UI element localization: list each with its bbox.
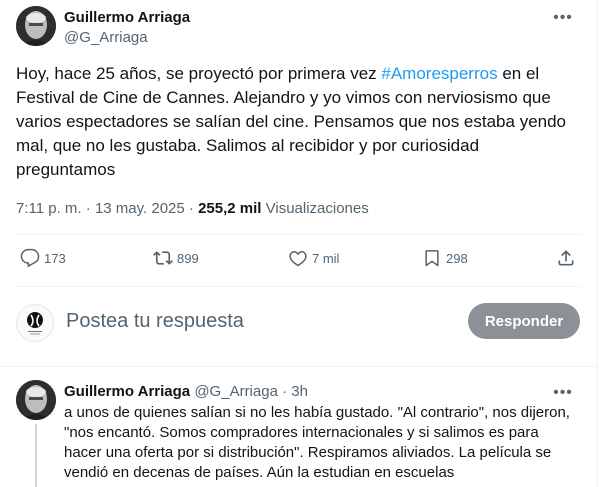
views-label: Visualizaciones bbox=[265, 200, 369, 217]
bookmark-button[interactable]: 298 bbox=[422, 248, 468, 268]
tweet-frame: Guillermo Arriaga @G_Arriaga ••• Hoy, ha… bbox=[0, 0, 598, 487]
tweet-meta: 7:11 p. m. · 13 may. 2025 · 255,2 mil Vi… bbox=[16, 200, 369, 217]
author-name[interactable]: Guillermo Arriaga bbox=[64, 9, 190, 26]
action-bar: 173 899 7 mil 298 bbox=[16, 236, 582, 284]
meta-separator: · bbox=[81, 200, 95, 217]
retweet-count: 899 bbox=[177, 250, 199, 266]
author-avatar[interactable] bbox=[16, 6, 56, 46]
section-divider bbox=[0, 366, 598, 367]
author-handle[interactable]: @G_Arriaga bbox=[64, 29, 148, 46]
more-horizontal-icon[interactable]: ••• bbox=[553, 8, 573, 28]
reply-button[interactable]: 173 bbox=[20, 248, 66, 268]
share-button[interactable] bbox=[556, 248, 580, 268]
reply-author-avatar[interactable] bbox=[16, 380, 56, 420]
reply-icon bbox=[20, 248, 40, 268]
tweet-text: Hoy, hace 25 años, se proyectó por prime… bbox=[16, 62, 576, 182]
thread-line bbox=[35, 424, 37, 487]
reply-input[interactable]: Postea tu respuesta bbox=[66, 310, 244, 333]
views-count: 255,2 mil bbox=[198, 200, 262, 217]
like-button[interactable]: 7 mil bbox=[288, 248, 339, 268]
reply-composer: Postea tu respuesta Responder bbox=[16, 302, 582, 342]
reply-header: Guillermo Arriaga @G_Arriaga · 3h bbox=[64, 383, 308, 400]
share-icon bbox=[558, 250, 574, 266]
reply-author-handle[interactable]: @G_Arriaga bbox=[194, 383, 278, 400]
retweet-button[interactable]: 899 bbox=[153, 248, 199, 268]
more-horizontal-icon[interactable]: ••• bbox=[553, 383, 573, 403]
heart-icon bbox=[289, 251, 307, 267]
reply-author-name[interactable]: Guillermo Arriaga bbox=[64, 383, 190, 400]
reply-count: 173 bbox=[44, 250, 66, 266]
divider bbox=[16, 234, 582, 235]
hashtag-link[interactable]: #Amoresperros bbox=[381, 64, 497, 83]
reply-separator: · bbox=[277, 383, 292, 400]
bookmark-count: 298 bbox=[446, 250, 468, 266]
reply-submit-button[interactable]: Responder bbox=[468, 303, 580, 339]
divider bbox=[16, 286, 582, 287]
tweet-time[interactable]: 7:11 p. m. bbox=[16, 200, 82, 217]
retweet-icon bbox=[153, 251, 173, 265]
tweet-text-before: Hoy, hace 25 años, se proyectó por prime… bbox=[16, 64, 382, 83]
like-count: 7 mil bbox=[312, 250, 340, 266]
user-logo-icon bbox=[27, 312, 43, 335]
user-avatar[interactable] bbox=[16, 304, 54, 342]
reply-time[interactable]: 3h bbox=[291, 383, 308, 400]
meta-separator: · bbox=[184, 200, 199, 217]
bookmark-icon bbox=[425, 250, 439, 267]
reply-text: a unos de quienes salían si no les había… bbox=[64, 404, 570, 481]
tweet-date[interactable]: 13 may. 2025 bbox=[95, 200, 185, 217]
